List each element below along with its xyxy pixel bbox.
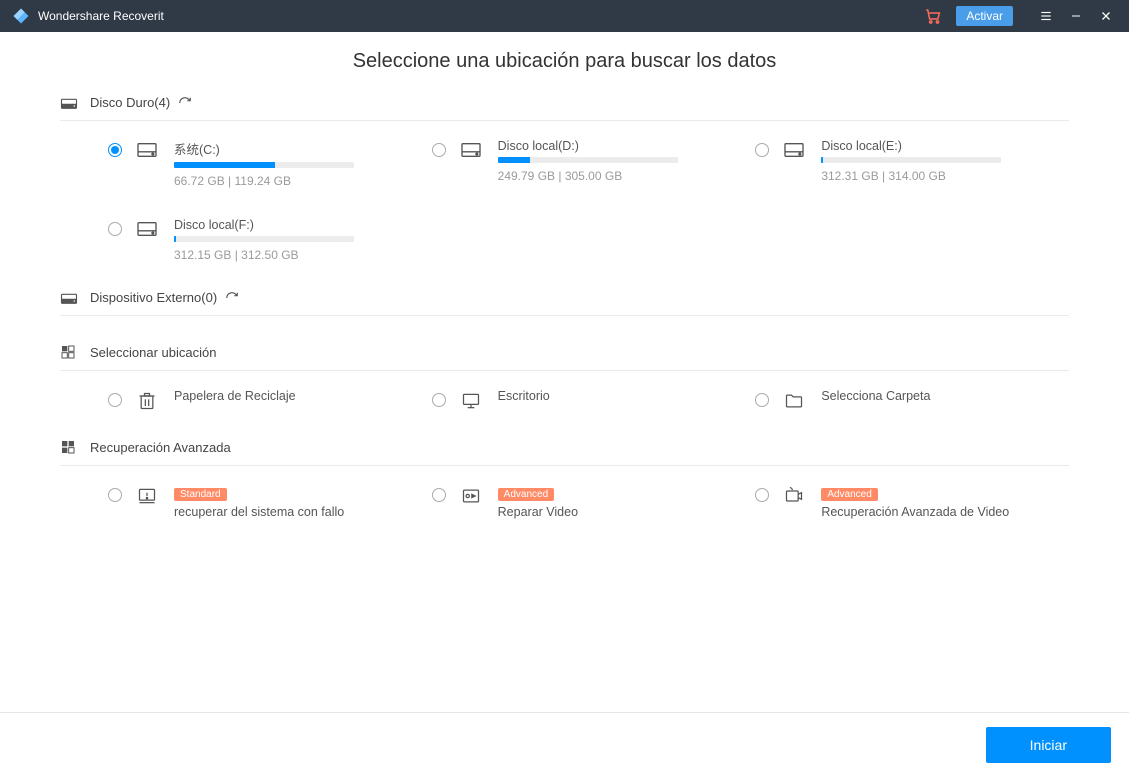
minimize-icon[interactable] (1065, 5, 1087, 27)
refresh-icon[interactable] (225, 291, 239, 305)
external-device-icon (60, 291, 80, 305)
location-item[interactable]: Selecciona Carpeta (755, 389, 1069, 411)
drive-name: 系统(C:) (174, 139, 422, 158)
feature-badge: Advanced (821, 488, 877, 501)
desktop-icon (460, 389, 486, 411)
feature-badge: Standard (174, 488, 227, 501)
advanced-name: Recuperación Avanzada de Video (821, 505, 1069, 519)
advanced-icon (60, 439, 80, 455)
title-bar: Wondershare Recoverit Activar (0, 0, 1129, 32)
radio-button[interactable] (432, 393, 446, 407)
usage-bar (174, 236, 354, 242)
drive-icon (136, 218, 162, 238)
location-name: Selecciona Carpeta (821, 389, 1069, 403)
radio-button[interactable] (755, 393, 769, 407)
drive-name: Disco local(F:) (174, 218, 422, 232)
location-name: Escritorio (498, 389, 746, 403)
advanced-item[interactable]: Standard recuperar del sistema con fallo (108, 484, 422, 523)
section-select-location: Seleccionar ubicación Papelera de Recicl… (60, 344, 1069, 411)
drive-capacity: 66.72 GB | 119.24 GB (174, 174, 422, 188)
advanced-name: Reparar Video (498, 505, 746, 519)
advanced-name: recuperar del sistema con fallo (174, 505, 422, 519)
location-item[interactable]: Papelera de Reciclaje (108, 389, 422, 411)
cart-icon[interactable] (924, 7, 942, 25)
main-content: Seleccione una ubicación para buscar los… (0, 32, 1129, 523)
feature-badge: Advanced (498, 488, 554, 501)
location-name: Papelera de Reciclaje (174, 389, 422, 403)
start-button[interactable]: Iniciar (986, 727, 1111, 763)
footer: Iniciar (0, 712, 1129, 776)
usage-bar (174, 162, 354, 168)
section-hard-drive: Disco Duro(4) 系统(C:) 66.72 GB | 119.24 GB… (60, 95, 1069, 262)
folder-icon (783, 389, 809, 411)
radio-button[interactable] (108, 488, 122, 502)
radio-button[interactable] (108, 393, 122, 407)
refresh-icon[interactable] (178, 96, 192, 110)
app-title: Wondershare Recoverit (38, 9, 164, 23)
radio-button[interactable] (108, 143, 122, 157)
location-item[interactable]: Escritorio (432, 389, 746, 411)
radio-button[interactable] (755, 143, 769, 157)
hard-drive-icon (60, 96, 80, 110)
page-title: Seleccione una ubicación para buscar los… (60, 50, 1069, 73)
location-icon (60, 344, 80, 360)
drive-icon (783, 139, 809, 159)
drive-capacity: 312.31 GB | 314.00 GB (821, 169, 1069, 183)
activate-button[interactable]: Activar (956, 6, 1013, 26)
advanced-item[interactable]: Advanced Recuperación Avanzada de Video (755, 484, 1069, 523)
app-logo-icon (12, 7, 30, 25)
recycle-icon (136, 389, 162, 411)
drive-capacity: 312.15 GB | 312.50 GB (174, 248, 422, 262)
usage-bar (498, 157, 678, 163)
crashed-icon (136, 484, 162, 506)
close-icon[interactable] (1095, 5, 1117, 27)
radio-button[interactable] (432, 488, 446, 502)
drive-name: Disco local(E:) (821, 139, 1069, 153)
section-advanced: Recuperación Avanzada Standard recuperar … (60, 439, 1069, 523)
drive-icon (136, 139, 162, 159)
drive-item[interactable]: Disco local(D:) 249.79 GB | 305.00 GB (432, 139, 746, 188)
section-external: Dispositivo Externo(0) (60, 290, 1069, 316)
menu-icon[interactable] (1035, 5, 1057, 27)
drive-item[interactable]: Disco local(E:) 312.31 GB | 314.00 GB (755, 139, 1069, 188)
usage-bar (821, 157, 1001, 163)
drive-item[interactable]: 系统(C:) 66.72 GB | 119.24 GB (108, 139, 422, 188)
section-title-hdd: Disco Duro(4) (90, 95, 170, 110)
radio-button[interactable] (755, 488, 769, 502)
advanced-item[interactable]: Advanced Reparar Video (432, 484, 746, 523)
drive-icon (460, 139, 486, 159)
radio-button[interactable] (108, 222, 122, 236)
section-title-advanced: Recuperación Avanzada (90, 440, 231, 455)
section-title-location: Seleccionar ubicación (90, 345, 216, 360)
drive-item[interactable]: Disco local(F:) 312.15 GB | 312.50 GB (108, 218, 422, 262)
radio-button[interactable] (432, 143, 446, 157)
section-title-external: Dispositivo Externo(0) (90, 290, 217, 305)
drive-name: Disco local(D:) (498, 139, 746, 153)
drive-capacity: 249.79 GB | 305.00 GB (498, 169, 746, 183)
repair-icon (460, 484, 486, 506)
adv-video-icon (783, 484, 809, 506)
